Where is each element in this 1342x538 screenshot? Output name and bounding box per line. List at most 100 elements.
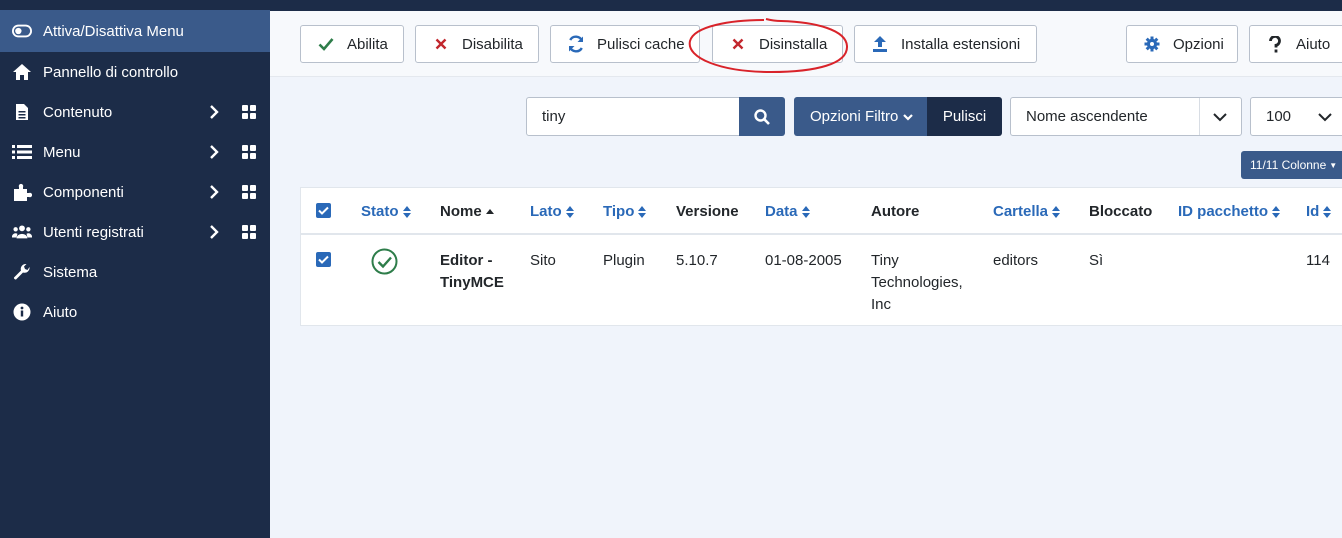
sort-icon — [565, 205, 574, 218]
cell-locked: Sì — [1089, 252, 1104, 269]
cell-folder: editors — [993, 252, 1039, 269]
users-icon — [12, 222, 32, 242]
divider — [1199, 98, 1200, 135]
sidebar-item-label: Componenti — [43, 183, 124, 201]
column-header-version: Versione — [676, 203, 739, 220]
chevron-right-icon[interactable] — [206, 184, 222, 200]
sidebar-item-users[interactable]: Utenti registrati — [0, 212, 270, 252]
column-header-name[interactable]: Nome — [440, 203, 494, 220]
author-line: Inc — [871, 296, 892, 313]
toolbar: Abilita Disabilita Pulisci cache Disinst… — [270, 11, 1342, 77]
sidebar-item-dashboard[interactable]: Pannello di controllo — [0, 52, 270, 92]
list-limit-select[interactable]: 100 — [1250, 97, 1342, 136]
clear-button[interactable]: Pulisci — [927, 97, 1002, 136]
column-header-folder[interactable]: Cartella — [993, 203, 1061, 220]
header-bar — [270, 0, 1342, 11]
refresh-icon — [567, 35, 585, 53]
upload-icon — [871, 35, 889, 53]
search-input[interactable]: tiny — [526, 97, 740, 136]
sidebar-item-toggle-menu[interactable]: Attiva/Disattiva Menu — [0, 10, 270, 52]
home-icon — [12, 62, 32, 82]
options-button[interactable]: Opzioni — [1126, 25, 1238, 63]
puzzle-icon — [12, 182, 32, 202]
columns-label: 11/11 Colonne — [1250, 158, 1327, 172]
sidebar-item-system[interactable]: Sistema — [0, 252, 270, 292]
filter-options-label: Opzioni Filtro — [810, 108, 899, 125]
dashboard-grid-icon[interactable] — [242, 225, 256, 239]
column-header-label: Cartella — [993, 203, 1049, 220]
uninstall-button[interactable]: Disinstalla — [712, 25, 843, 63]
column-header-label: Data — [765, 203, 798, 220]
chevron-down-icon — [903, 113, 914, 121]
column-header-label: Versione — [676, 203, 739, 220]
options-label: Opzioni — [1173, 35, 1224, 53]
disable-label: Disabilita — [462, 35, 523, 53]
chevron-right-icon[interactable] — [206, 224, 222, 240]
sidebar-item-menu[interactable]: Menu — [0, 132, 270, 172]
column-header-author: Autore — [871, 203, 919, 220]
chevron-right-icon[interactable] — [206, 144, 222, 160]
sidebar-item-label: Sistema — [43, 263, 98, 281]
install-extensions-button[interactable]: Installa estensioni — [854, 25, 1037, 63]
sort-value: Nome ascendente — [1026, 108, 1148, 125]
sort-icon — [1272, 205, 1281, 218]
question-icon — [1266, 35, 1284, 53]
filter-options-button[interactable]: Opzioni Filtro — [794, 97, 928, 136]
sort-asc-icon — [485, 208, 494, 214]
cell-version: 5.10.7 — [676, 252, 718, 269]
check-icon — [317, 35, 335, 53]
column-header-locked: Bloccato — [1089, 203, 1152, 220]
sidebar-item-content[interactable]: Contenuto — [0, 92, 270, 132]
author-line: Tiny — [871, 252, 899, 269]
sidebar-item-help[interactable]: Aiuto — [0, 292, 270, 332]
list-limit-value: 100 — [1266, 108, 1292, 125]
sidebar-item-label: Utenti registrati — [43, 223, 144, 241]
dashboard-grid-icon[interactable] — [242, 105, 256, 119]
sidebar-item-components[interactable]: Componenti — [0, 172, 270, 212]
column-header-label: Nome — [440, 203, 482, 220]
name-line: Editor - — [440, 252, 493, 269]
column-header-side[interactable]: Lato — [530, 203, 574, 220]
cell-side: Sito — [530, 252, 556, 269]
column-header-type[interactable]: Tipo — [603, 203, 647, 220]
sidebar: Attiva/Disattiva Menu Pannello di contro… — [0, 0, 270, 538]
cell-id: 114 — [1306, 252, 1330, 269]
install-extensions-label: Installa estensioni — [901, 35, 1021, 53]
chevron-down-icon — [1318, 113, 1332, 122]
enable-button[interactable]: Abilita — [300, 25, 404, 63]
list-icon — [12, 142, 32, 162]
column-header-label: ID pacchetto — [1178, 203, 1269, 220]
row-checkbox[interactable] — [316, 252, 331, 267]
sidebar-item-label: Aiuto — [43, 303, 78, 321]
select-all-checkbox[interactable] — [316, 203, 331, 218]
sort-icon — [801, 205, 810, 218]
clear-cache-button[interactable]: Pulisci cache — [550, 25, 700, 63]
extensions-table: Stato Nome Lato Tipo Versione Data Autor… — [300, 187, 1342, 326]
column-header-status[interactable]: Stato — [361, 203, 411, 220]
uninstall-label: Disinstalla — [759, 35, 828, 53]
dashboard-grid-icon[interactable] — [242, 145, 256, 159]
sort-icon — [402, 205, 411, 218]
column-header-label: Autore — [871, 203, 920, 220]
check-icon — [318, 206, 329, 215]
column-header-label: Id — [1306, 203, 1320, 220]
help-label: Aiuto — [1296, 35, 1331, 53]
search-button[interactable] — [739, 97, 785, 136]
clear-label: Pulisci — [942, 108, 987, 125]
dashboard-grid-icon[interactable] — [242, 185, 256, 199]
author-line: Technologies, — [871, 274, 963, 291]
chevron-right-icon[interactable] — [206, 104, 222, 120]
status-enabled-icon[interactable] — [371, 248, 398, 275]
sidebar-item-label: Menu — [43, 143, 81, 161]
column-header-label: Bloccato — [1089, 203, 1153, 220]
disable-button[interactable]: Disabilita — [415, 25, 539, 63]
sort-icon — [1052, 205, 1061, 218]
sort-select[interactable]: Nome ascendente — [1010, 97, 1242, 136]
help-button[interactable]: Aiuto — [1249, 25, 1342, 63]
column-header-id[interactable]: Id — [1306, 203, 1332, 220]
column-header-label: Tipo — [603, 203, 635, 220]
search-icon — [754, 108, 770, 125]
columns-button[interactable]: 11/11 Colonne ▼ — [1241, 151, 1342, 179]
column-header-date[interactable]: Data — [765, 203, 810, 220]
column-header-package-id[interactable]: ID pacchetto — [1178, 203, 1281, 220]
